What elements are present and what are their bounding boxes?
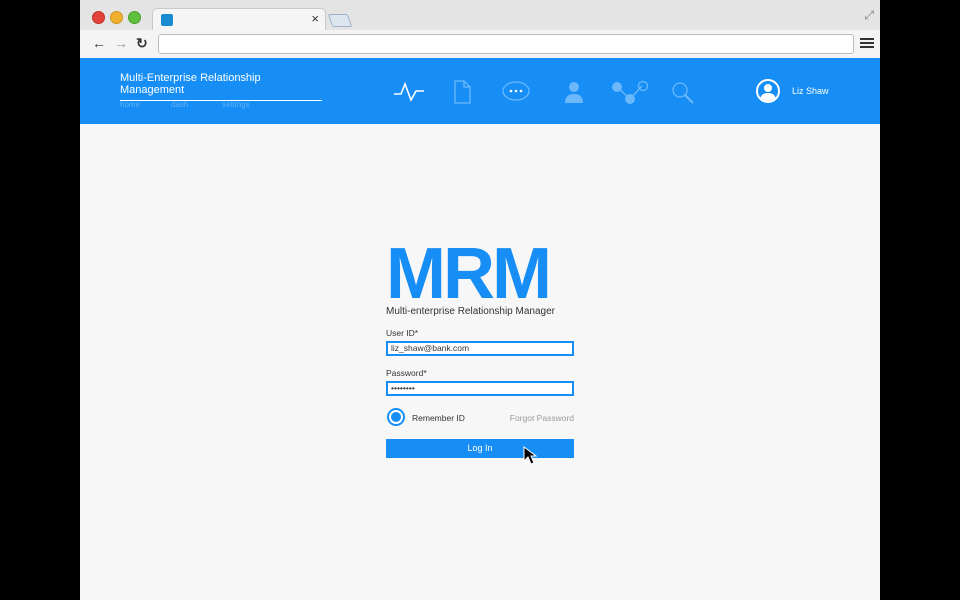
reload-button[interactable]: ↻ — [136, 35, 148, 52]
menu-icon[interactable] — [860, 38, 874, 50]
favicon-icon — [161, 14, 173, 26]
browser-toolbar: ← → ↻ — [80, 30, 880, 59]
user-name[interactable]: Liz Shaw — [792, 86, 829, 96]
title-bar: × ⤢ — [80, 0, 880, 31]
forgot-password-link[interactable]: Forgot Password — [510, 413, 574, 423]
mrm-logo: MRM — [386, 234, 552, 314]
forward-button[interactable]: → — [114, 35, 128, 51]
activity-icon[interactable] — [392, 80, 426, 104]
browser-window: × ⤢ ← → ↻ Multi-Enterprise Relationship … — [80, 0, 880, 600]
person-icon[interactable] — [562, 80, 586, 104]
nav-settings[interactable]: settings — [222, 100, 250, 109]
remember-id-radio[interactable] — [387, 408, 405, 426]
fullscreen-icon[interactable]: ⤢ — [864, 8, 874, 23]
back-button[interactable]: ← — [92, 35, 106, 51]
password-input[interactable]: •••••••• — [386, 381, 574, 396]
login-button[interactable]: Log In — [386, 439, 574, 458]
remember-id-label[interactable]: Remember ID — [412, 413, 465, 423]
address-bar[interactable] — [158, 34, 854, 54]
mouse-cursor-icon — [523, 446, 538, 465]
browser-tab[interactable]: × — [152, 8, 326, 31]
close-window-button[interactable] — [92, 11, 105, 24]
new-tab-button[interactable] — [327, 14, 353, 27]
minimize-window-button[interactable] — [110, 11, 123, 24]
maximize-window-button[interactable] — [128, 11, 141, 24]
nav-dash[interactable]: dash — [171, 100, 188, 109]
user-icon — [760, 84, 776, 101]
user-avatar[interactable] — [756, 79, 780, 103]
password-label: Password* — [386, 368, 427, 378]
app-title: Multi-Enterprise Relationship Management — [120, 72, 322, 101]
user-id-label: User ID* — [386, 328, 419, 338]
document-icon[interactable] — [452, 80, 472, 104]
tab-close-icon[interactable]: × — [311, 11, 319, 26]
search-icon[interactable] — [670, 80, 696, 106]
app-header: Multi-Enterprise Relationship Management… — [80, 58, 880, 124]
nav-home[interactable]: home — [120, 100, 140, 109]
logo-subtitle: Multi-enterprise Relationship Manager — [386, 306, 555, 317]
network-icon[interactable] — [610, 80, 650, 106]
chat-icon[interactable] — [500, 80, 532, 104]
user-id-input[interactable]: liz_shaw@bank.com — [386, 341, 574, 356]
